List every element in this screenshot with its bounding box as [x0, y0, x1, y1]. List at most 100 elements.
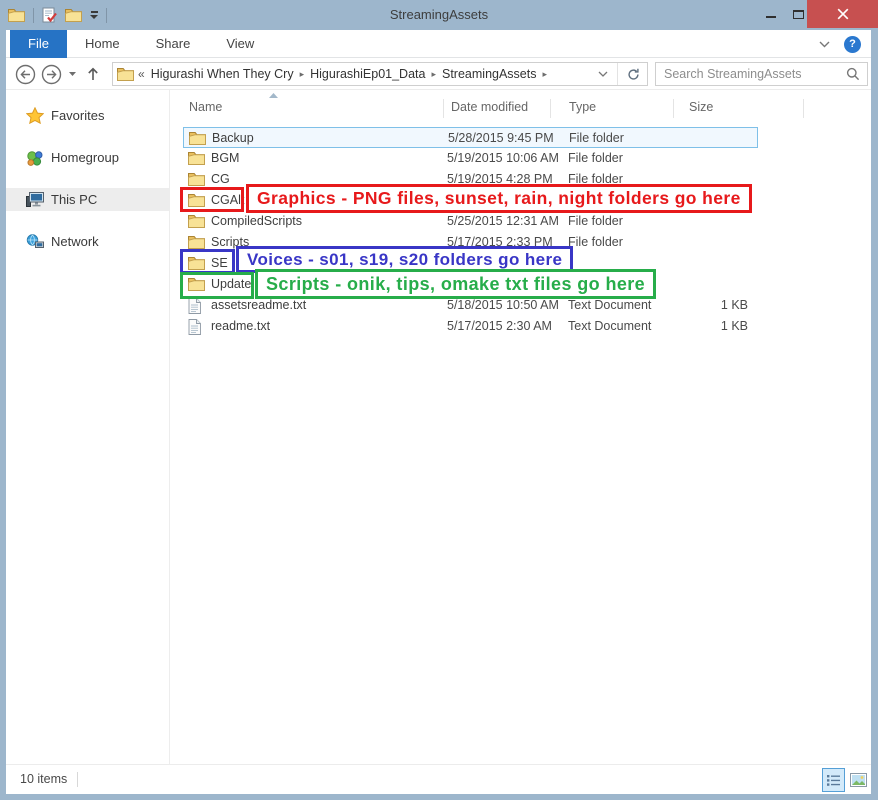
details-view-button[interactable] [822, 768, 845, 792]
up-button[interactable] [83, 66, 103, 82]
file-row-cgalt[interactable]: CGAlt [183, 190, 758, 211]
minimize-button[interactable] [758, 0, 784, 28]
window-title: StreamingAssets [0, 7, 878, 22]
back-button[interactable] [15, 64, 36, 85]
breadcrumb-item-streamingassets[interactable]: StreamingAssets [440, 67, 538, 81]
title-bar[interactable]: StreamingAssets [0, 0, 878, 30]
search-icon[interactable] [846, 67, 860, 81]
file-row-cg[interactable]: CG 5/19/2015 4:28 PM File folder [183, 169, 758, 190]
file-name: assetsreadme.txt [211, 298, 306, 312]
file-date-modified: 5/17/2015 2:33 PM [447, 235, 553, 249]
file-row-compiledscripts[interactable]: CompiledScripts5/25/2015 12:31 AMFile fo… [183, 211, 758, 232]
file-date-modified: 5/19/2015 4:28 PM [447, 172, 553, 186]
navigation-pane: Favorites Homegroup This PC Network [6, 90, 170, 764]
homegroup-icon [26, 150, 45, 166]
column-header-date-modified[interactable]: Date modified [451, 100, 528, 114]
column-header-row: Name Date modified Type Size [171, 96, 871, 120]
column-divider [803, 99, 804, 118]
recent-locations-dropdown-icon [69, 72, 76, 76]
file-name: Update [211, 277, 251, 291]
file-name: CGAlt [211, 193, 244, 207]
star-icon [26, 107, 45, 124]
file-type: Text Document [568, 319, 651, 333]
file-name: readme.txt [211, 319, 270, 333]
breadcrumb-overflow[interactable]: « [134, 67, 149, 81]
ribbon-collapse-button[interactable] [819, 41, 830, 48]
forward-icon [41, 64, 62, 85]
file-name: CG [211, 172, 230, 186]
refresh-icon[interactable] [627, 68, 640, 81]
close-button[interactable] [807, 0, 878, 28]
file-row-bgm[interactable]: BGM5/19/2015 10:06 AMFile folder [183, 148, 758, 169]
sidebar-item-label: This PC [51, 192, 97, 207]
main-content: Favorites Homegroup This PC Network Name Da… [6, 90, 871, 764]
file-row-se[interactable]: SE [183, 253, 758, 274]
file-name: SE [211, 256, 228, 270]
sidebar-item-network[interactable]: Network [6, 230, 170, 253]
file-row-scripts[interactable]: Scripts 5/17/2015 2:33 PM File folder [183, 232, 758, 253]
folder-icon [189, 131, 206, 145]
file-row-backup[interactable]: Backup5/28/2015 9:45 PMFile folder [183, 127, 758, 148]
file-type: File folder [568, 172, 623, 186]
search-box [655, 62, 868, 86]
column-divider [673, 99, 674, 118]
address-bar[interactable]: « Higurashi When They Cry▸HigurashiEp01_… [112, 62, 648, 86]
tab-share[interactable]: Share [138, 30, 209, 58]
file-date-modified: 5/28/2015 9:45 PM [448, 131, 554, 145]
thumbnails-view-icon [850, 773, 867, 787]
sidebar-item-label: Favorites [51, 108, 104, 123]
back-icon [15, 64, 36, 85]
search-input[interactable] [656, 66, 846, 82]
file-date-modified: 5/17/2015 2:30 AM [447, 319, 552, 333]
column-header-name[interactable]: Name [189, 100, 222, 114]
sidebar-item-this-pc[interactable]: This PC [6, 188, 170, 211]
address-separator [617, 63, 618, 85]
file-row-update[interactable]: Update [183, 274, 758, 295]
folder-icon [188, 214, 205, 228]
tab-file[interactable]: File [10, 30, 67, 58]
file-type: File folder [568, 235, 623, 249]
column-header-size[interactable]: Size [689, 100, 713, 114]
tab-view[interactable]: View [208, 30, 272, 58]
breadcrumb-arrow-icon[interactable]: ▸ [538, 69, 551, 80]
breadcrumb-arrow-icon[interactable]: ▸ [296, 69, 309, 80]
forward-button[interactable] [41, 64, 62, 85]
close-icon [837, 8, 849, 20]
address-dropdown-icon[interactable] [598, 71, 608, 77]
navigation-bar: « Higurashi When They Cry▸HigurashiEp01_… [6, 58, 871, 90]
column-divider [443, 99, 444, 118]
tab-home[interactable]: Home [67, 30, 138, 58]
text-file-icon [188, 319, 201, 335]
breadcrumb-arrow-icon[interactable]: ▸ [427, 69, 440, 80]
recent-locations-button[interactable] [67, 72, 78, 76]
ribbon-tab-row: FileHomeShareView ? [6, 30, 871, 58]
breadcrumb: Higurashi When They Cry▸HigurashiEp01_Da… [149, 67, 551, 81]
file-row-assetsreadme-txt[interactable]: assetsreadme.txt5/18/2015 10:50 AMText D… [183, 295, 758, 316]
maximize-icon [793, 10, 804, 19]
details-view-icon [827, 775, 840, 786]
file-type: Text Document [568, 298, 651, 312]
folder-icon [188, 193, 205, 207]
sidebar-item-homegroup[interactable]: Homegroup [6, 146, 170, 169]
file-list-pane[interactable]: Name Date modified Type Size Backup5/28/… [171, 90, 871, 764]
thumbnails-view-button[interactable] [847, 768, 870, 792]
column-header-type[interactable]: Type [569, 100, 596, 114]
breadcrumb-item-higurashi-when-they-cry[interactable]: Higurashi When They Cry [149, 67, 296, 81]
file-date-modified: 5/19/2015 10:06 AM [447, 151, 559, 165]
file-name: Scripts [211, 235, 249, 249]
chevron-down-icon [819, 41, 830, 48]
sidebar-item-label: Network [51, 234, 99, 249]
address-folder-icon [117, 67, 134, 81]
file-type: File folder [568, 214, 623, 228]
column-divider [550, 99, 551, 118]
file-name: BGM [211, 151, 239, 165]
folder-icon [188, 172, 205, 186]
sidebar-item-favorites[interactable]: Favorites [6, 104, 170, 127]
help-icon[interactable]: ? [844, 36, 861, 53]
file-size: 1 KB [678, 319, 748, 333]
folder-icon [188, 235, 205, 249]
up-icon [86, 66, 100, 82]
breadcrumb-item-higurashiep01-data[interactable]: HigurashiEp01_Data [308, 67, 427, 81]
file-row-readme-txt[interactable]: readme.txt 5/17/2015 2:30 AM Text Document… [183, 316, 758, 337]
computer-icon [26, 192, 45, 207]
